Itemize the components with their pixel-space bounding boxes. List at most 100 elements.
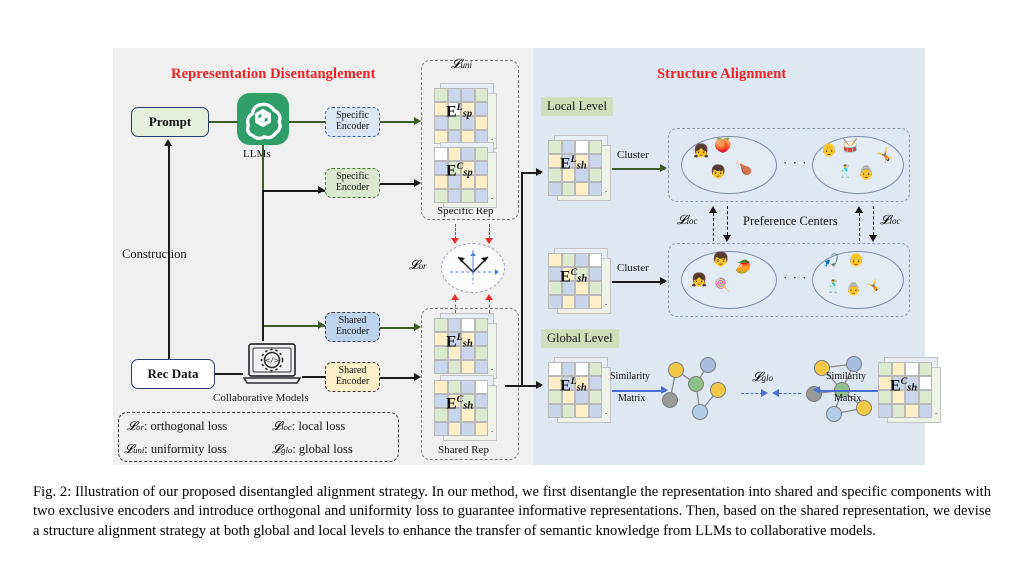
enc-line1: Specific xyxy=(336,171,369,183)
orthogonal-loss-symbol: 𝓛or xyxy=(409,258,427,273)
cluster-emoji: 👧 xyxy=(691,272,708,287)
local-loss-right-symbol: 𝓛loc xyxy=(880,213,901,228)
shared-rep-bridge-vertical xyxy=(521,172,523,385)
similarity-line-left xyxy=(612,390,666,392)
similarity-graph-left xyxy=(662,357,726,420)
svg-text:</>: </> xyxy=(265,356,279,365)
uniformity-loss-symbol: 𝓛uni xyxy=(451,57,472,72)
glo-arrow-left xyxy=(772,389,779,397)
figure-caption: Fig. 2: Illustration of our proposed dis… xyxy=(33,484,991,539)
matrix-grid xyxy=(434,88,488,144)
legend-sym: 𝓛 xyxy=(127,418,137,433)
cal-sub: loc xyxy=(889,216,901,226)
legend-sym: 𝓛 xyxy=(124,441,134,456)
collaborative-models-icon: </> xyxy=(242,341,302,387)
glo-arrow-right xyxy=(761,389,768,397)
llms-label: LLMs xyxy=(243,148,271,160)
prompt-to-llm-line xyxy=(209,121,238,123)
lloc-left-arrow-down xyxy=(723,235,731,242)
cluster-emoji: 👴 xyxy=(821,142,838,157)
cluster-emoji: 🤸 xyxy=(876,149,894,164)
enc-spl-out-arrow xyxy=(414,117,421,125)
enc-shc-out-line xyxy=(380,377,418,379)
cluster-arrow-bottom xyxy=(660,277,667,285)
matrix-grid xyxy=(434,147,488,203)
specific-encoder-collab: Specific Encoder xyxy=(325,168,380,198)
lloc-left-arrow-up xyxy=(709,206,717,213)
matrix-grid xyxy=(434,380,488,436)
enc-line2: Encoder xyxy=(335,182,370,193)
legend-sub: or xyxy=(136,422,144,432)
collab-to-specific-encoder-c-line xyxy=(262,190,325,192)
similarity-matrix-right-line2: Matrix xyxy=(834,393,862,404)
figure-container: Representation Disentanglement Structure… xyxy=(0,0,1024,581)
orth-red-dash-right xyxy=(489,224,490,239)
legend-row-1: 𝓛or: orthogonal loss xyxy=(127,419,227,434)
orth-red-dash-left xyxy=(455,224,456,239)
cluster-emoji: 🤸 xyxy=(866,279,881,293)
legend-row-3: 𝓛uni: uniformity loss xyxy=(124,442,227,457)
legend-sub: glo xyxy=(281,445,293,455)
matrix-grid xyxy=(548,140,602,196)
cal-sub: uni xyxy=(460,60,473,70)
local-level-label: Local Level xyxy=(541,97,614,116)
legend-sub: loc xyxy=(281,422,292,432)
cluster-emoji: 🥭 xyxy=(735,259,752,274)
cluster-ellipsis-bottom: · · · xyxy=(783,270,808,285)
matrix-grid xyxy=(548,362,602,418)
lloc-right-arrow-up xyxy=(855,206,863,213)
cluster-emoji: 👴 xyxy=(848,252,865,267)
rec-data-box: Rec Data xyxy=(131,359,215,389)
legend-text: : local loss xyxy=(291,419,346,433)
cluster-emoji: 🍑 xyxy=(714,139,732,154)
matrix-esh-c-left: ECsh . xyxy=(434,375,498,442)
bridge-arrow-global xyxy=(536,381,543,389)
matrix-esh-c-local: ECsh . xyxy=(548,248,612,315)
enc-spl-out-line xyxy=(380,121,418,123)
llm-to-shared-encoder-l-arrow xyxy=(318,321,325,329)
legend-text: : global loss xyxy=(292,442,353,456)
similarity-matrix-left-line1: Similarity xyxy=(610,371,650,382)
cluster-label-top: Cluster xyxy=(617,149,649,161)
cluster-emoji: 🍭 xyxy=(714,277,731,292)
legend-row-4: 𝓛glo: global loss xyxy=(272,442,353,457)
glo-dash-left xyxy=(741,393,763,394)
matrix-esh-c-global: ECsh . xyxy=(878,357,942,424)
matrix-esp-c: ECsp . xyxy=(434,142,498,209)
shared-encoder-collab: Shared Encoder xyxy=(325,362,380,392)
glo-dash-right xyxy=(779,393,801,394)
similarity-matrix-left-line2: Matrix xyxy=(618,393,646,404)
legend-text: : uniformity loss xyxy=(144,442,227,456)
local-loss-left-symbol: 𝓛loc xyxy=(677,213,698,228)
cluster-emoji: 🥁 xyxy=(842,138,859,153)
lloc-right-dash-up xyxy=(859,213,860,241)
legend-text: : orthogonal loss xyxy=(143,419,228,433)
similarity-line-right xyxy=(818,390,882,392)
construction-label: Construction xyxy=(122,247,187,261)
cluster-line-top xyxy=(612,168,665,170)
llms-logo-icon xyxy=(237,93,289,145)
enc-shc-out-arrow xyxy=(414,373,421,381)
global-level-label: Global Level xyxy=(541,329,619,348)
global-loss-symbol: 𝓛glo xyxy=(752,370,773,385)
recdata-to-collab-line xyxy=(215,373,243,375)
matrix-grid xyxy=(434,318,488,374)
preference-centers-label: Preference Centers xyxy=(743,214,838,228)
enc-shl-out-line xyxy=(380,327,418,329)
cluster-emoji: 🎣 xyxy=(823,253,840,268)
enc-spc-out-line xyxy=(380,183,418,185)
lloc-left-dash-up xyxy=(713,213,714,241)
lloc-left-dash-down xyxy=(727,206,728,235)
legend-row-2: 𝓛loc: local loss xyxy=(272,419,345,434)
collab-to-shared-encoder-c-line xyxy=(302,376,325,378)
enc-line2: Encoder xyxy=(335,121,370,132)
cluster-ellipsis-top: · · · xyxy=(783,155,808,170)
panel-title-left: Representation Disentanglement xyxy=(171,66,376,82)
cluster-emoji: 👵 xyxy=(846,282,861,296)
panel-title-right: Structure Alignment xyxy=(657,66,787,82)
collaborative-models-label: Collaborative Models xyxy=(213,392,309,404)
cluster-emoji: 👧 xyxy=(693,143,710,158)
cluster-label-bottom: Cluster xyxy=(617,262,649,274)
cluster-line-bottom xyxy=(612,281,665,283)
orthogonal-loss-bubble xyxy=(441,243,505,293)
